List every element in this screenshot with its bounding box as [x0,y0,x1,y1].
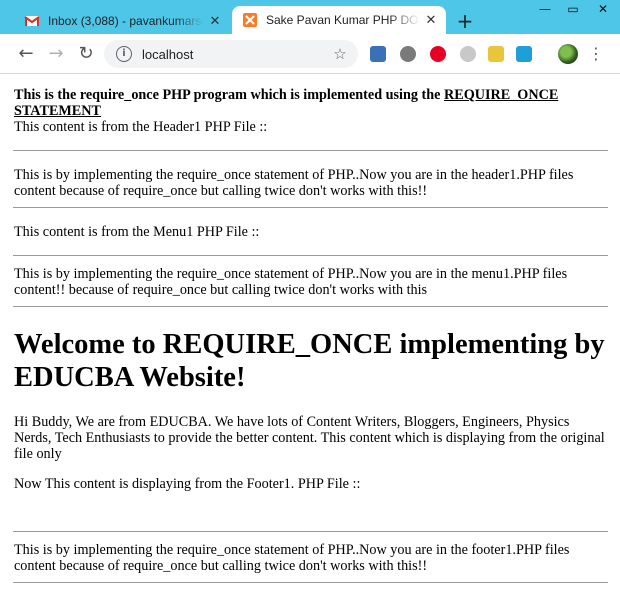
window-close-icon[interactable]: ✕ [590,0,616,20]
xampp-icon [243,13,257,27]
footer1-text: This is by implementing the require_once… [14,542,570,574]
header1-text: This is by implementing the require_once… [14,167,574,199]
extension-gear-icon[interactable] [400,46,416,62]
site-info-icon[interactable]: i [116,46,132,62]
new-tab-button[interactable]: + [452,10,478,34]
bookmark-star-icon[interactable]: ☆ [330,45,350,63]
back-arrow-icon[interactable]: ← [14,42,38,66]
divider [13,207,608,208]
reload-icon[interactable]: ↻ [74,42,98,66]
pinterest-icon[interactable] [430,46,446,62]
divider [13,306,608,307]
divider [13,255,608,256]
extension-s-icon[interactable] [516,46,532,62]
tab-title: Sake Pavan Kumar PHP DOC for [266,13,420,27]
gmail-icon [24,16,40,26]
address-url[interactable]: localhost [142,47,330,62]
menu-kebab-icon[interactable]: ⋮ [588,42,604,66]
tab-title: Inbox (3,088) - pavankumarsake [48,14,204,28]
header1-label: This content is from the Header1 PHP Fil… [14,119,268,135]
menu1-text: This is by implementing the require_once… [14,266,568,298]
welcome-heading: Welcome to REQUIRE_ONCE implementing by … [14,329,605,393]
footer1-label: Now This content is displaying from the … [14,476,361,492]
close-tab-icon[interactable]: ✕ [204,13,226,29]
profile-avatar[interactable] [558,44,578,64]
intro-heading: This is the require_once PHP program whi… [14,87,607,119]
forward-arrow-icon[interactable]: → [44,42,68,66]
tab-php-doc[interactable]: Sake Pavan Kumar PHP DOC for ✕ [232,6,446,34]
page-content: This is the require_once PHP program whi… [0,75,620,604]
menu1-label: This content is from the Menu1 PHP File … [14,224,260,240]
about-text: Hi Buddy, We are from EDUCBA. We have lo… [14,414,605,462]
tab-gmail-inbox[interactable]: Inbox (3,088) - pavankumarsake ✕ [14,8,230,34]
tab-strip: Inbox (3,088) - pavankumarsake ✕ Sake Pa… [0,0,620,34]
address-bar[interactable]: i localhost ☆ [104,40,358,68]
extension-download-icon[interactable] [370,46,386,62]
divider [13,582,608,583]
browser-toolbar: ← → ↻ i localhost ☆ ⋮ [0,34,620,74]
divider [13,531,608,532]
intro-text: This is the require_once PHP program whi… [14,87,444,103]
maximize-icon[interactable]: ▭ [560,0,586,20]
close-tab-icon[interactable]: ✕ [420,12,442,28]
extension-pencil-icon[interactable] [488,46,504,62]
minimize-icon[interactable]: — [532,0,558,20]
divider [13,150,608,151]
extension-k-icon[interactable] [460,46,476,62]
